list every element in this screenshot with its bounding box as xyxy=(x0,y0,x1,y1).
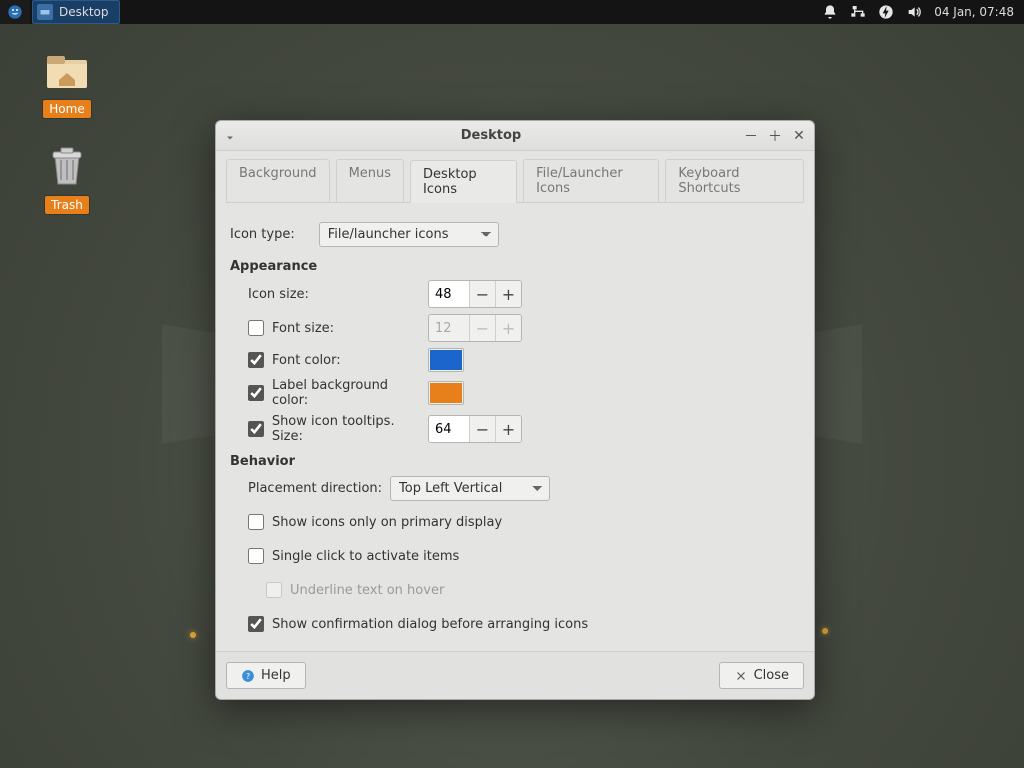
underline-checkbox xyxy=(266,582,282,598)
tab-content: Icon type: File/launcher icons Appearanc… xyxy=(216,203,814,651)
font-color-checkbox[interactable] xyxy=(248,352,264,368)
label-bg-label: Label background color: xyxy=(272,378,428,408)
primary-display-checkbox[interactable] xyxy=(248,514,264,530)
tooltip-size-input[interactable] xyxy=(429,416,469,442)
tooltip-size-decrement[interactable]: − xyxy=(469,416,495,442)
help-icon: ? xyxy=(241,669,255,683)
minimize-button[interactable]: － xyxy=(744,129,758,143)
icon-size-label: Icon size: xyxy=(248,287,428,302)
titlebar[interactable]: Desktop － ＋ ✕ xyxy=(216,121,814,151)
placement-select[interactable]: Top Left Vertical xyxy=(390,476,550,501)
window-menu-icon[interactable] xyxy=(224,129,238,143)
confirm-arrange-row[interactable]: Show confirmation dialog before arrangin… xyxy=(248,609,800,639)
close-icon xyxy=(734,669,748,683)
desktop-icon-trash[interactable]: Trash xyxy=(32,142,102,214)
help-button[interactable]: ? Help xyxy=(226,662,306,689)
tab-background[interactable]: Background xyxy=(226,159,330,202)
icon-type-select[interactable]: File/launcher icons xyxy=(319,222,499,247)
icon-size-increment[interactable]: + xyxy=(495,281,521,307)
dialog-footer: ? Help Close xyxy=(216,651,814,699)
tab-menus[interactable]: Menus xyxy=(336,159,404,202)
network-icon[interactable] xyxy=(850,4,866,20)
font-size-spinner: − + xyxy=(428,314,522,342)
icon-size-input[interactable] xyxy=(429,281,469,307)
tooltip-size-increment[interactable]: + xyxy=(495,416,521,442)
clock[interactable]: 04 Jan, 07:48 xyxy=(934,5,1014,19)
font-color-swatch xyxy=(430,350,462,370)
window-title: Desktop xyxy=(238,128,744,143)
close-button-label: Close xyxy=(754,668,789,683)
label-bg-button[interactable] xyxy=(428,381,464,405)
close-button[interactable]: Close xyxy=(719,662,804,689)
folder-home-icon xyxy=(43,46,91,94)
svg-text:?: ? xyxy=(246,670,250,680)
label-bg-swatch xyxy=(430,383,462,403)
font-size-checkbox-row[interactable]: Font size: xyxy=(248,320,428,336)
taskbar-item-desktop[interactable]: Desktop xyxy=(32,0,120,24)
desktop-icon-label: Home xyxy=(43,100,90,118)
single-click-label: Single click to activate items xyxy=(272,549,459,564)
confirm-arrange-checkbox[interactable] xyxy=(248,616,264,632)
icon-size-spinner: − + xyxy=(428,280,522,308)
single-click-checkbox[interactable] xyxy=(248,548,264,564)
tabs: Background Menus Desktop Icons File/Laun… xyxy=(216,151,814,202)
taskbar-item-label: Desktop xyxy=(59,5,109,19)
desktop-settings-window: Desktop － ＋ ✕ Background Menus Desktop I… xyxy=(215,120,815,700)
tab-desktop-icons[interactable]: Desktop Icons xyxy=(410,160,517,203)
close-window-button[interactable]: ✕ xyxy=(792,129,806,143)
help-button-label: Help xyxy=(261,668,291,683)
tooltips-label: Show icon tooltips. Size: xyxy=(272,414,428,444)
font-size-increment: + xyxy=(495,315,521,341)
label-bg-checkbox-row[interactable]: Label background color: xyxy=(248,378,428,408)
applications-menu-button[interactable] xyxy=(0,0,30,24)
tab-keyboard-shortcuts[interactable]: Keyboard Shortcuts xyxy=(665,159,804,202)
tooltips-checkbox[interactable] xyxy=(248,421,264,437)
label-bg-checkbox[interactable] xyxy=(248,385,264,401)
font-size-checkbox[interactable] xyxy=(248,320,264,336)
icon-type-label: Icon type: xyxy=(230,227,295,242)
wallpaper-dot xyxy=(190,632,196,638)
desktop-icon-home[interactable]: Home xyxy=(32,46,102,118)
font-size-decrement: − xyxy=(469,315,495,341)
single-click-row[interactable]: Single click to activate items xyxy=(248,541,800,571)
confirm-arrange-label: Show confirmation dialog before arrangin… xyxy=(272,617,588,632)
tooltips-checkbox-row[interactable]: Show icon tooltips. Size: xyxy=(248,414,428,444)
maximize-button[interactable]: ＋ xyxy=(768,129,782,143)
power-icon[interactable] xyxy=(878,4,894,20)
top-panel: Desktop 04 Jan, 07:48 xyxy=(0,0,1024,24)
font-size-input xyxy=(429,315,469,341)
primary-display-label: Show icons only on primary display xyxy=(272,515,502,530)
primary-display-row[interactable]: Show icons only on primary display xyxy=(248,507,800,537)
underline-row: Underline text on hover xyxy=(248,575,800,605)
behavior-heading: Behavior xyxy=(230,454,800,469)
font-size-label: Font size: xyxy=(272,321,334,336)
icon-size-decrement[interactable]: − xyxy=(469,281,495,307)
notifications-icon[interactable] xyxy=(822,4,838,20)
desktop-icon-label: Trash xyxy=(45,196,89,214)
font-color-label: Font color: xyxy=(272,353,341,368)
trash-icon xyxy=(43,142,91,190)
desktop-window-icon xyxy=(37,4,53,20)
volume-icon[interactable] xyxy=(906,4,922,20)
font-color-button[interactable] xyxy=(428,348,464,372)
tab-file-launcher-icons[interactable]: File/Launcher Icons xyxy=(523,159,659,202)
underline-label: Underline text on hover xyxy=(290,583,444,598)
appearance-heading: Appearance xyxy=(230,259,800,274)
placement-label: Placement direction: xyxy=(248,481,382,496)
wallpaper-dot xyxy=(822,628,828,634)
font-color-checkbox-row[interactable]: Font color: xyxy=(248,352,428,368)
tooltip-size-spinner: − + xyxy=(428,415,522,443)
